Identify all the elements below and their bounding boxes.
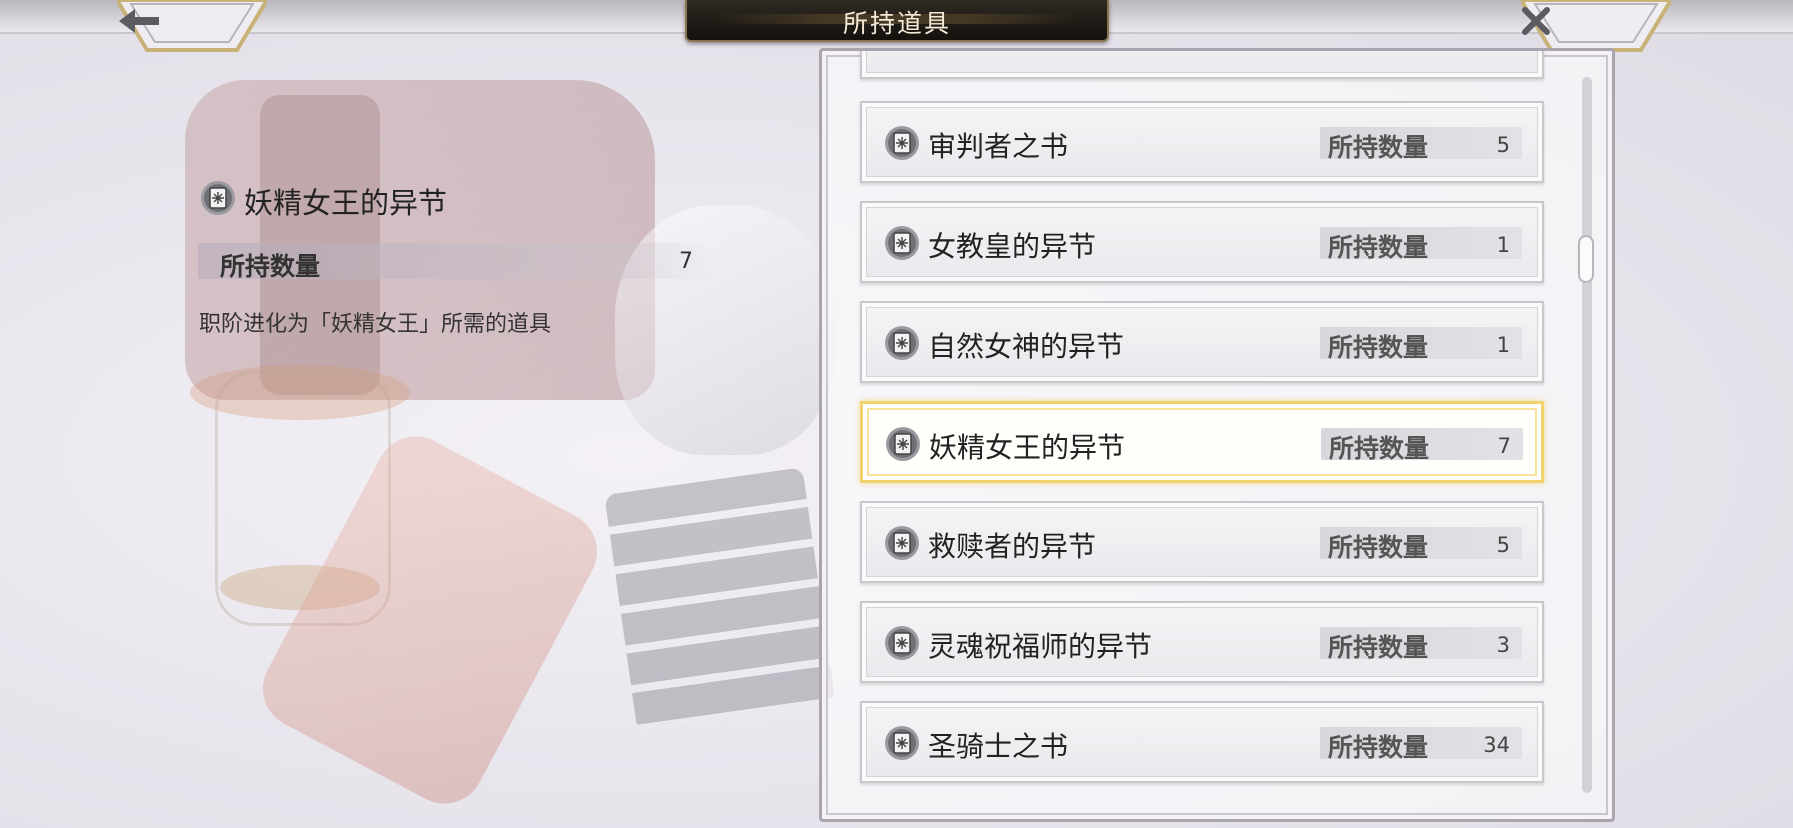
list-item[interactable]: 圣骑士之书 所持数量 34 [860,701,1544,783]
back-button[interactable] [117,0,267,54]
quantity-value: 5 [1496,133,1510,157]
book-icon [200,180,236,216]
quantity-label: 所持数量 [1329,434,1430,463]
quantity-label: 所持数量 [1328,133,1429,162]
book-icon [884,325,920,361]
book-icon [884,525,920,561]
quantity-label: 所持数量 [1328,533,1429,562]
quantity-value: 5 [1496,533,1510,557]
item-quantity: 所持数量 1 [1320,327,1522,362]
scrollbar-thumb[interactable] [1578,235,1594,283]
item-quantity: 所持数量 3 [1320,627,1522,662]
quantity-label: 所持数量 [1328,233,1429,262]
list-item-selected[interactable]: 妖精女王的异节 所持数量 7 [860,401,1544,483]
close-button[interactable] [1521,0,1671,54]
item-quantity: 所持数量 1 [1320,227,1522,262]
title-plate: 所持道具 [685,0,1109,42]
quantity-label: 所持数量 [220,252,321,281]
book-icon [884,625,920,661]
background-bag [185,80,655,400]
quantity-value: 7 [679,249,693,274]
list-item[interactable]: 女教皇的异节 所持数量 1 [860,201,1544,283]
selected-item-description: 职阶进化为「妖精女王」所需的道具 [199,312,552,337]
quantity-value: 3 [1496,633,1510,657]
item-quantity: 所持数量 34 [1320,727,1522,762]
item-name: 灵魂祝福师的异节 [928,630,1153,663]
quantity-label: 所持数量 [1328,733,1429,762]
close-icon-svg [1522,7,1550,35]
book-icon [884,225,920,261]
list-item[interactable]: 灵魂祝福师的异节 所持数量 3 [860,601,1544,683]
quantity-value: 1 [1496,333,1510,357]
list-item-partial[interactable] [860,51,1544,79]
item-name: 救赎者的异节 [928,530,1097,563]
page-title: 所持道具 [842,9,951,38]
item-name: 妖精女王的异节 [929,431,1126,464]
item-name: 圣骑士之书 [928,730,1069,763]
list-item[interactable]: 救赎者的异节 所持数量 5 [860,501,1544,583]
arrow-left-icon-svg [119,9,159,33]
quantity-label: 所持数量 [1328,333,1429,362]
list-item[interactable]: 自然女神的异节 所持数量 1 [860,301,1544,383]
item-name: 自然女神的异节 [928,330,1125,363]
item-quantity: 所持数量 5 [1320,127,1522,162]
book-icon [884,125,920,161]
quantity-label: 所持数量 [1328,633,1429,662]
item-quantity: 所持数量 7 [1321,428,1523,463]
item-name: 女教皇的异节 [928,230,1097,263]
scrollbar[interactable] [1578,77,1594,793]
background-books [604,467,836,733]
item-quantity: 所持数量 5 [1320,527,1522,562]
quantity-value: 1 [1496,233,1510,257]
list-item[interactable]: 审判者之书 所持数量 5 [860,101,1544,183]
item-list[interactable]: 审判者之书 所持数量 5 女教皇的异节 所持数量 1 自然女神的异节 所持数量 1 妖精女王的异节… [819,48,1615,822]
book-icon [885,426,921,462]
quantity-value: 34 [1483,733,1510,757]
selected-item-quantity-bar: 所持数量 7 [198,243,713,281]
item-name: 审判者之书 [928,130,1069,163]
book-icon [884,725,920,761]
quantity-value: 7 [1497,434,1511,458]
selected-item-name: 妖精女王的异节 [244,186,448,220]
